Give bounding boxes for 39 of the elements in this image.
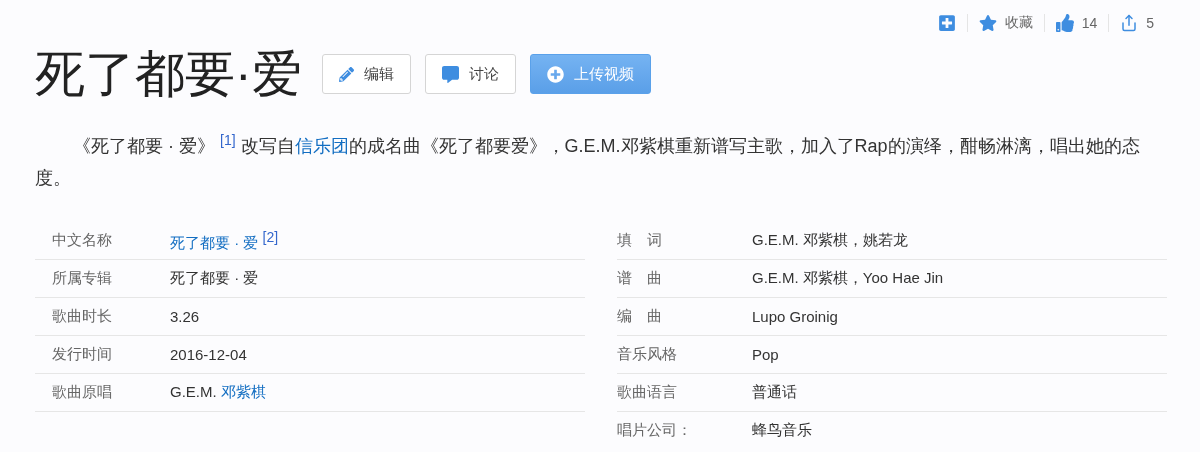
info-link[interactable]: 死了都要 · 爱 [170, 233, 259, 251]
info-label: 发行时间 [51, 345, 113, 364]
info-label: 歌曲原唱 [51, 383, 113, 402]
info-text: G.E.M. 邓紫棋，Yoo Hae Jin [752, 269, 944, 286]
info-label: 唱片公司： [617, 421, 693, 440]
info-text: G.E.M. [170, 383, 218, 400]
reference-link[interactable]: [2] [262, 228, 279, 245]
page-title: 死了都要·爱 [35, 45, 302, 104]
intro-link[interactable]: 信乐团 [294, 136, 349, 156]
intro-paragraph: 《死了都要 · 爱》 $^{[1]}$ 改写自信乐团的成名曲《死了都要爱》，G.E.M.邓紫棋重新谱写主歌，加入了Rap的演绎，酣畅淋漓，唱出她的态度。 [35, 131, 1141, 190]
info-label: 音乐风格 [617, 345, 678, 364]
edit-button[interactable]: 编辑 [321, 54, 411, 94]
action-label[interactable]: 收藏 [1004, 14, 1033, 32]
info-link[interactable]: 邓紫棋 [220, 383, 266, 400]
info-text: 3.26 [170, 308, 200, 325]
info-text: G.E.M. 邓紫棋，姚若龙 [752, 231, 908, 248]
info-label: 填 词 [617, 231, 663, 250]
info-label: 中文名称 [51, 231, 113, 250]
star-icon[interactable] [978, 14, 997, 32]
chat-icon [441, 65, 459, 83]
info-label: 歌曲语言 [617, 383, 678, 402]
discuss-button[interactable]: 讨论 [424, 54, 516, 94]
pencil-icon [338, 66, 354, 82]
action-label[interactable]: 14 [1081, 15, 1098, 31]
info-text: 蜂鸟音乐 [752, 421, 812, 438]
info-text: Pop [752, 346, 779, 363]
reference-link[interactable]: [1] [220, 132, 236, 148]
thumbs-up-icon[interactable] [1055, 14, 1074, 32]
info-label: 编 曲 [617, 307, 663, 326]
info-text: 2016-12-04 [170, 346, 247, 363]
add-icon[interactable] [937, 14, 956, 32]
info-text: Lupo Groinig [752, 308, 838, 325]
info-label: 所属专辑 [51, 269, 113, 288]
info-text: 死了都要 · 爱 [170, 269, 259, 286]
info-text: 普通话 [752, 383, 797, 400]
info-label: 歌曲时长 [51, 307, 113, 326]
info-label: 谱 曲 [617, 269, 663, 288]
action-label[interactable]: 5 [1146, 15, 1154, 31]
share-icon[interactable] [1120, 14, 1139, 32]
